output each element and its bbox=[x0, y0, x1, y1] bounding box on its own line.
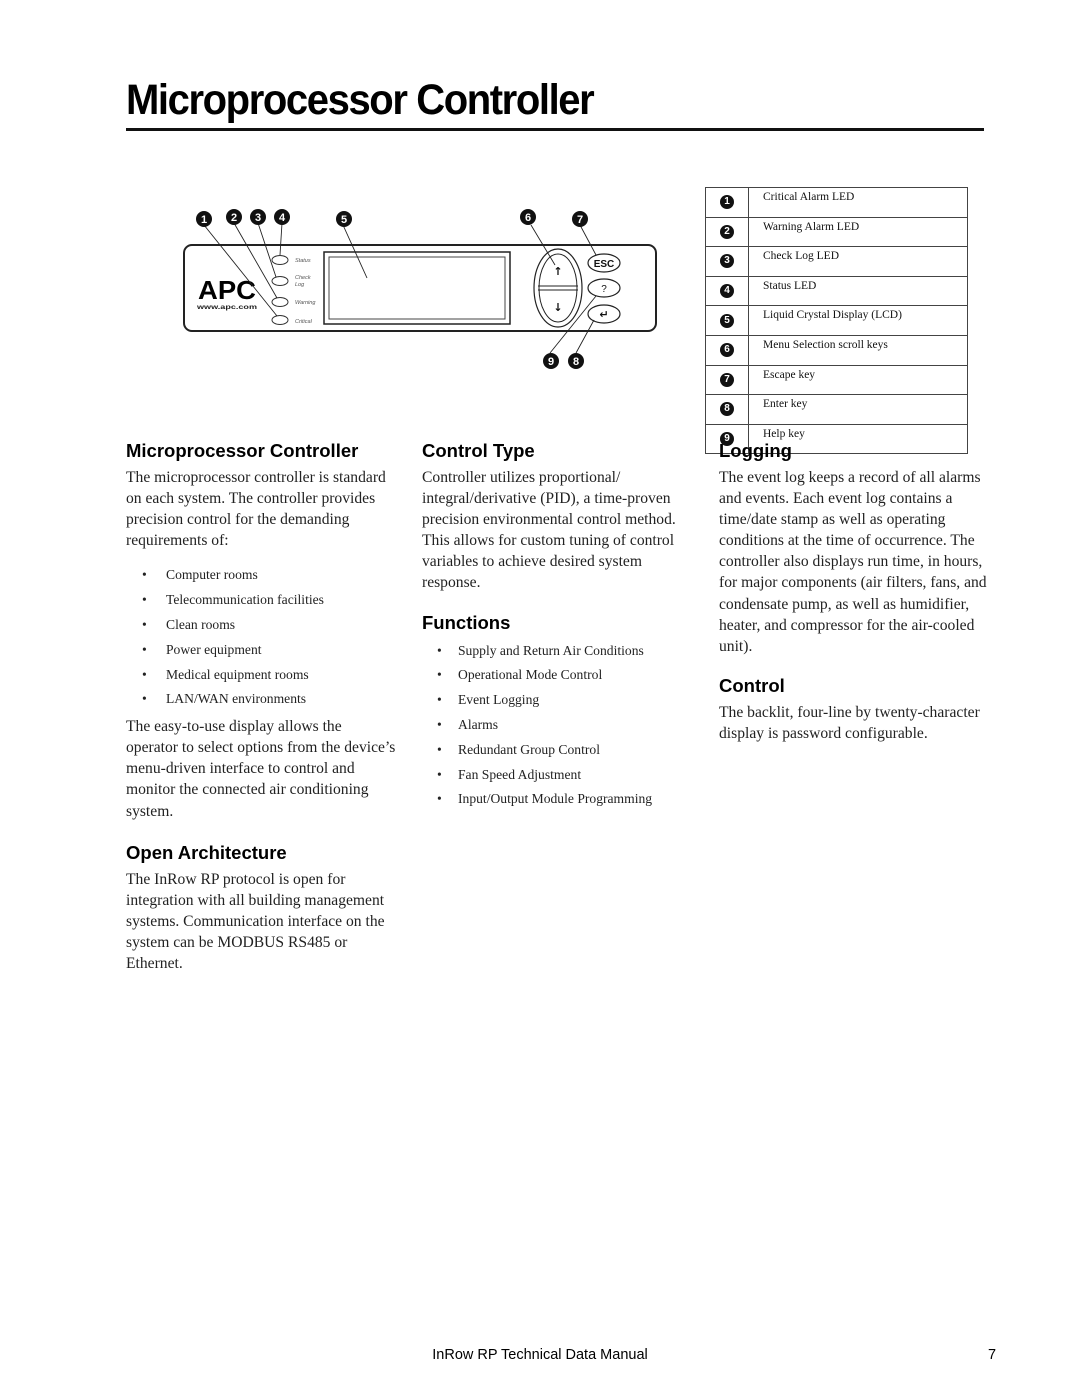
legend-label: Warning Alarm LED bbox=[748, 216, 968, 248]
list-item: LAN/WAN environments bbox=[126, 687, 396, 712]
title-rule bbox=[126, 128, 984, 131]
section-heading-microprocessor: Microprocessor Controller bbox=[126, 440, 359, 461]
callout-badge: 4 bbox=[720, 284, 734, 299]
legend-label: Escape key bbox=[748, 364, 968, 396]
scroll-up-key: ↑ bbox=[553, 265, 562, 278]
legend-label: Liquid Crystal Display (LCD) bbox=[748, 305, 968, 336]
application-list: Computer rooms Telecommunication facilit… bbox=[126, 563, 396, 712]
legend-row: 3 Check Log LED bbox=[705, 246, 968, 277]
microprocessor-outro: The easy-to-use display allows the opera… bbox=[126, 718, 396, 820]
help-key-label: ? bbox=[601, 284, 607, 295]
warning-led bbox=[271, 297, 289, 307]
svg-text:6: 6 bbox=[525, 212, 531, 224]
list-item: Event Logging bbox=[422, 688, 692, 713]
svg-text:1: 1 bbox=[201, 214, 207, 226]
section-heading-control: Control bbox=[719, 674, 785, 696]
legend-row: 5 Liquid Crystal Display (LCD) bbox=[705, 305, 968, 336]
section-heading-control-type: Control Type bbox=[422, 440, 535, 461]
controller-panel-diagram: APC www.apc.com Status Check Log Warning… bbox=[180, 195, 660, 375]
list-item: Redundant Group Control bbox=[422, 738, 692, 763]
list-item: Fan Speed Adjustment bbox=[422, 763, 692, 788]
list-item: Input/Output Module Programming bbox=[422, 787, 692, 812]
callout-badge: 7 bbox=[720, 372, 734, 387]
microprocessor-intro: The microprocessor controller is standar… bbox=[126, 469, 386, 550]
critical-led bbox=[271, 315, 289, 325]
control-body: The backlit, four-line by twenty-charact… bbox=[719, 703, 980, 742]
legend-label: Check Log LED bbox=[748, 246, 968, 277]
list-item: Power equipment bbox=[126, 638, 396, 663]
svg-text:3: 3 bbox=[255, 212, 261, 224]
legend-label: Status LED bbox=[748, 275, 968, 307]
svg-text:7: 7 bbox=[577, 214, 583, 226]
led-label-warning: Warning bbox=[295, 300, 316, 306]
apc-url: www.apc.com bbox=[196, 304, 258, 311]
legend-row: 6 Menu Selection scroll keys bbox=[705, 334, 968, 366]
footer-manual-title: InRow RP Technical Data Manual bbox=[432, 1347, 648, 1363]
escape-key-label: ESC bbox=[594, 259, 615, 270]
callout-badge: 8 bbox=[720, 402, 734, 417]
led-label-log: Log bbox=[295, 282, 305, 288]
lcd-screen bbox=[328, 256, 506, 320]
list-item: Clean rooms bbox=[126, 613, 396, 638]
footer-page-number: 7 bbox=[988, 1347, 997, 1363]
callout-badge: 5 bbox=[720, 313, 734, 328]
legend-row: 8 Enter key bbox=[705, 394, 968, 425]
check-log-led bbox=[271, 276, 289, 286]
enter-key-label: ↵ bbox=[599, 308, 608, 321]
legend-label: Critical Alarm LED bbox=[748, 187, 968, 218]
scroll-down-key: ↓ bbox=[553, 301, 562, 314]
section-heading-open-architecture: Open Architecture bbox=[126, 841, 287, 863]
open-architecture-body: The InRow RP protocol is open for integr… bbox=[126, 870, 385, 972]
legend-row: 4 Status LED bbox=[705, 275, 968, 307]
column-left: Microprocessor Controller The microproce… bbox=[126, 440, 396, 974]
led-label-critical: Critical bbox=[295, 319, 313, 325]
svg-text:8: 8 bbox=[573, 356, 579, 368]
status-led bbox=[271, 255, 289, 265]
svg-text:4: 4 bbox=[279, 212, 286, 224]
section-heading-functions: Functions bbox=[422, 611, 511, 633]
column-middle: Control Type Controller utilizes proport… bbox=[422, 440, 692, 812]
svg-text:9: 9 bbox=[548, 356, 554, 368]
legend-label: Enter key bbox=[748, 394, 968, 425]
control-type-body: Controller utilizes proportional/ integr… bbox=[422, 469, 676, 592]
legend-label: Menu Selection scroll keys bbox=[748, 334, 968, 366]
page-title: Microprocessor Controller bbox=[126, 76, 595, 124]
callout-badge: 3 bbox=[720, 254, 734, 269]
legend-row: 7 Escape key bbox=[705, 364, 968, 396]
callout-badge: 6 bbox=[720, 343, 734, 358]
callout-badge: 1 bbox=[720, 195, 734, 210]
list-item: Operational Mode Control bbox=[422, 663, 692, 688]
list-item: Medical equipment rooms bbox=[126, 663, 396, 688]
svg-text:2: 2 bbox=[231, 212, 237, 224]
list-item: Alarms bbox=[422, 713, 692, 738]
svg-text:5: 5 bbox=[341, 214, 347, 226]
led-label-check: Check bbox=[295, 275, 311, 281]
column-right: Logging The event log keeps a record of … bbox=[719, 440, 989, 744]
callout-badge: 2 bbox=[720, 224, 734, 239]
led-label-status: Status bbox=[295, 258, 311, 264]
legend-row: 1 Critical Alarm LED bbox=[705, 187, 968, 218]
functions-list: Supply and Return Air Conditions Operati… bbox=[422, 639, 692, 813]
list-item: Telecommunication facilities bbox=[126, 588, 396, 613]
logging-body: The event log keeps a record of all alar… bbox=[719, 469, 987, 655]
list-item: Computer rooms bbox=[126, 563, 396, 588]
section-heading-logging: Logging bbox=[719, 440, 792, 461]
legend-row: 2 Warning Alarm LED bbox=[705, 216, 968, 248]
list-item: Supply and Return Air Conditions bbox=[422, 639, 692, 664]
callout-legend-table: 1 Critical Alarm LED 2 Warning Alarm LED 3… bbox=[705, 187, 968, 455]
